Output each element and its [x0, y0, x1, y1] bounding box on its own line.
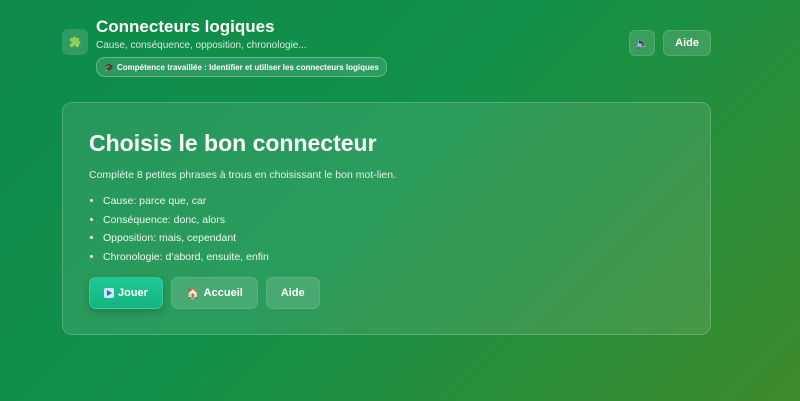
play-icon [104, 288, 114, 298]
page-subtitle: Cause, conséquence, opposition, chronolo… [96, 40, 307, 51]
card-description: Complète 8 petites phrases à trous en ch… [89, 169, 396, 181]
play-button-label: Jouer [118, 287, 148, 299]
list-item: Chronologie: d’abord, ensuite, enfin [103, 248, 684, 267]
header-actions: 🔈 Aide [629, 30, 711, 56]
graduation-cap-icon: 🎓 [104, 62, 114, 72]
puzzle-icon [62, 29, 88, 55]
app-header: Connecteurs logiques Cause, conséquence,… [62, 16, 711, 77]
speaker-muted-icon: 🔈 [635, 37, 649, 50]
page-title: Connecteurs logiques [96, 17, 275, 36]
house-icon: 🏠 [185, 287, 200, 300]
intro-card: Choisis le bon connecteur Complète 8 pet… [62, 102, 711, 335]
list-item: Conséquence: donc, alors [103, 211, 684, 230]
sound-toggle-button[interactable]: 🔈 [629, 30, 656, 56]
help-button-label: Aide [280, 287, 305, 299]
play-button[interactable]: Jouer [89, 277, 163, 309]
card-actions: Jouer 🏠 Accueil Aide [89, 277, 684, 309]
skill-badge-label: Compétence travaillée : Identifier et ut… [116, 62, 379, 72]
card-title: Choisis le bon connecteur [89, 130, 377, 156]
home-button-label: Accueil [203, 287, 243, 299]
skill-badge: 🎓 Compétence travaillée : Identifier et … [96, 57, 387, 77]
header-help-button[interactable]: Aide [663, 30, 711, 56]
list-item: Opposition: mais, cependant [103, 229, 684, 248]
home-button[interactable]: 🏠 Accueil [170, 277, 258, 309]
connector-list: Cause: parce que, car Conséquence: donc,… [89, 192, 684, 266]
title-block: Connecteurs logiques Cause, conséquence,… [96, 16, 387, 77]
help-button[interactable]: Aide [265, 277, 320, 309]
list-item: Cause: parce que, car [103, 192, 684, 211]
